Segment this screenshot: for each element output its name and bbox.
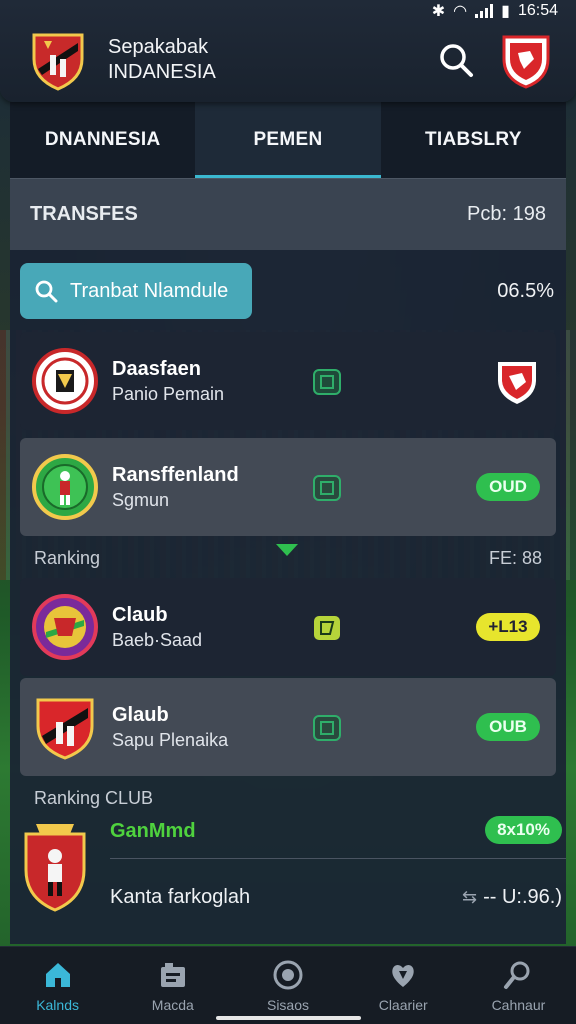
section-title: TRANSFES <box>30 203 138 225</box>
transfer-card[interactable]: Ransffenland Sgmun OUD <box>20 438 556 536</box>
transfer-card[interactable]: Daasfaen Panio Pemain <box>20 332 556 430</box>
status-time: 16:54 <box>517 2 558 19</box>
home-icon <box>45 962 70 987</box>
app-title-line2: INDANESIA <box>108 61 216 83</box>
section-count: Pcb: 198 <box>467 203 546 225</box>
club-card-text: Glaub Sapu Plenaika <box>112 702 302 752</box>
transfer-title: Daasfaen <box>112 358 201 380</box>
club-title: Glaub <box>112 704 169 726</box>
bluetooth-icon: ✱ <box>431 3 446 20</box>
club-badge-icon <box>32 594 98 660</box>
collapse-caret-icon[interactable] <box>276 544 298 556</box>
nav-item-claarier[interactable]: Claarier <box>346 947 461 1024</box>
ranking-club-badge: 8x10% <box>485 816 562 844</box>
ranking-club-right-value: -- U:.96.) <box>483 886 562 908</box>
club-subtitle: Baeb·Saad <box>112 630 203 650</box>
search-button[interactable]: Tranbat Nlamdule <box>20 263 252 319</box>
club-badge-icon <box>32 454 98 520</box>
search-row: Tranbat Nlamdule 06.5% <box>10 250 566 320</box>
wifi-icon: ◠ <box>453 3 468 20</box>
transfer-title: Ransffenland <box>112 464 239 486</box>
club-crest-icon <box>36 698 94 760</box>
nav-item-macda[interactable]: Macda <box>115 947 230 1024</box>
home-indicator[interactable] <box>216 1016 361 1020</box>
tab-bar: DNANNESIA PEMEN TIABSLRY <box>10 102 566 178</box>
search-icon[interactable] <box>436 40 476 80</box>
club-status-badge: OUB <box>476 713 540 741</box>
transfer-box-icon <box>313 475 341 501</box>
club-subtitle: Sapu Plenaika <box>112 730 229 750</box>
transfers-section-header: TRANSFES Pcb: 198 <box>10 178 566 250</box>
club-status-badge: +L13 <box>476 613 540 641</box>
status-bar: ✱ ◠ ▮ 16:54 <box>0 0 576 22</box>
nav-label: Kalnds <box>36 996 79 1013</box>
shield-badge-icon[interactable] <box>500 31 552 89</box>
search-button-label: Tranbat Nlamdule <box>70 279 229 302</box>
news-icon <box>160 962 185 987</box>
nav-label: Macda <box>151 996 194 1013</box>
ranking-club-stat: ⇆ -- U:.96.) <box>462 886 562 909</box>
whistle-icon <box>504 961 530 989</box>
transfer-box-icon <box>313 369 341 395</box>
app-title-line1: Sepakabak <box>108 36 209 58</box>
swap-icon: ⇆ <box>462 887 478 907</box>
club-crest-logo <box>32 33 84 91</box>
club-title: Claub <box>112 604 168 626</box>
transfer-card-text: Daasfaen Panio Pemain <box>112 356 302 406</box>
club-card-text: Claub Baeb·Saad <box>112 602 302 652</box>
tab-dnannesia[interactable]: DNANNESIA <box>10 102 195 178</box>
club-badge-icon <box>32 348 98 414</box>
club-card[interactable]: Claub Baeb·Saad +L13 <box>20 578 556 676</box>
bottom-nav: Kalnds Macda Sisaos Claarier Cahnaur <box>0 946 576 1024</box>
signal-icon <box>475 4 494 18</box>
search-percentage: 06.5% <box>497 279 554 302</box>
tab-pemen[interactable]: PEMEN <box>195 102 381 178</box>
ranking-club-card[interactable]: GanMmd 8x10% Kanta farkoglah ⇆ -- U:.96.… <box>10 800 566 938</box>
divider <box>110 858 566 859</box>
transfer-card-text: Ransffenland Sgmun <box>112 462 302 512</box>
app-title: Sepakabak INDANESIA <box>108 35 436 85</box>
battery-icon: ▮ <box>501 3 510 20</box>
ranking-club-title: GanMmd <box>110 820 196 842</box>
ranking-right-value: FE: 88 <box>488 548 542 568</box>
transfer-box-icon <box>314 616 340 640</box>
nav-item-home[interactable]: Kalnds <box>0 947 115 1024</box>
nav-item-cahnaur[interactable]: Cahnaur <box>461 947 576 1024</box>
nav-label: Sisaos <box>266 996 310 1013</box>
tab-tiabslry[interactable]: TIABSLRY <box>381 102 566 178</box>
transfer-status-badge: OUD <box>476 473 540 501</box>
transfer-subtitle: Sgmun <box>112 490 170 510</box>
transfer-subtitle: Panio Pemain <box>112 384 225 404</box>
club-crest-icon <box>24 824 86 912</box>
ranking-label: Ranking <box>34 548 101 568</box>
nav-label: Cahnaur <box>491 996 546 1013</box>
nav-item-sisaos[interactable]: Sisaos <box>230 947 345 1024</box>
club-card[interactable]: Glaub Sapu Plenaika OUB <box>20 678 556 776</box>
club-shield-icon <box>498 362 536 404</box>
ranking-club-subtitle: Kanta farkoglah <box>110 886 251 908</box>
search-icon <box>35 280 58 303</box>
nav-label: Claarier <box>378 996 428 1013</box>
heart-shield-icon <box>392 964 414 987</box>
target-icon <box>273 960 303 989</box>
transfer-box-icon <box>313 715 341 741</box>
